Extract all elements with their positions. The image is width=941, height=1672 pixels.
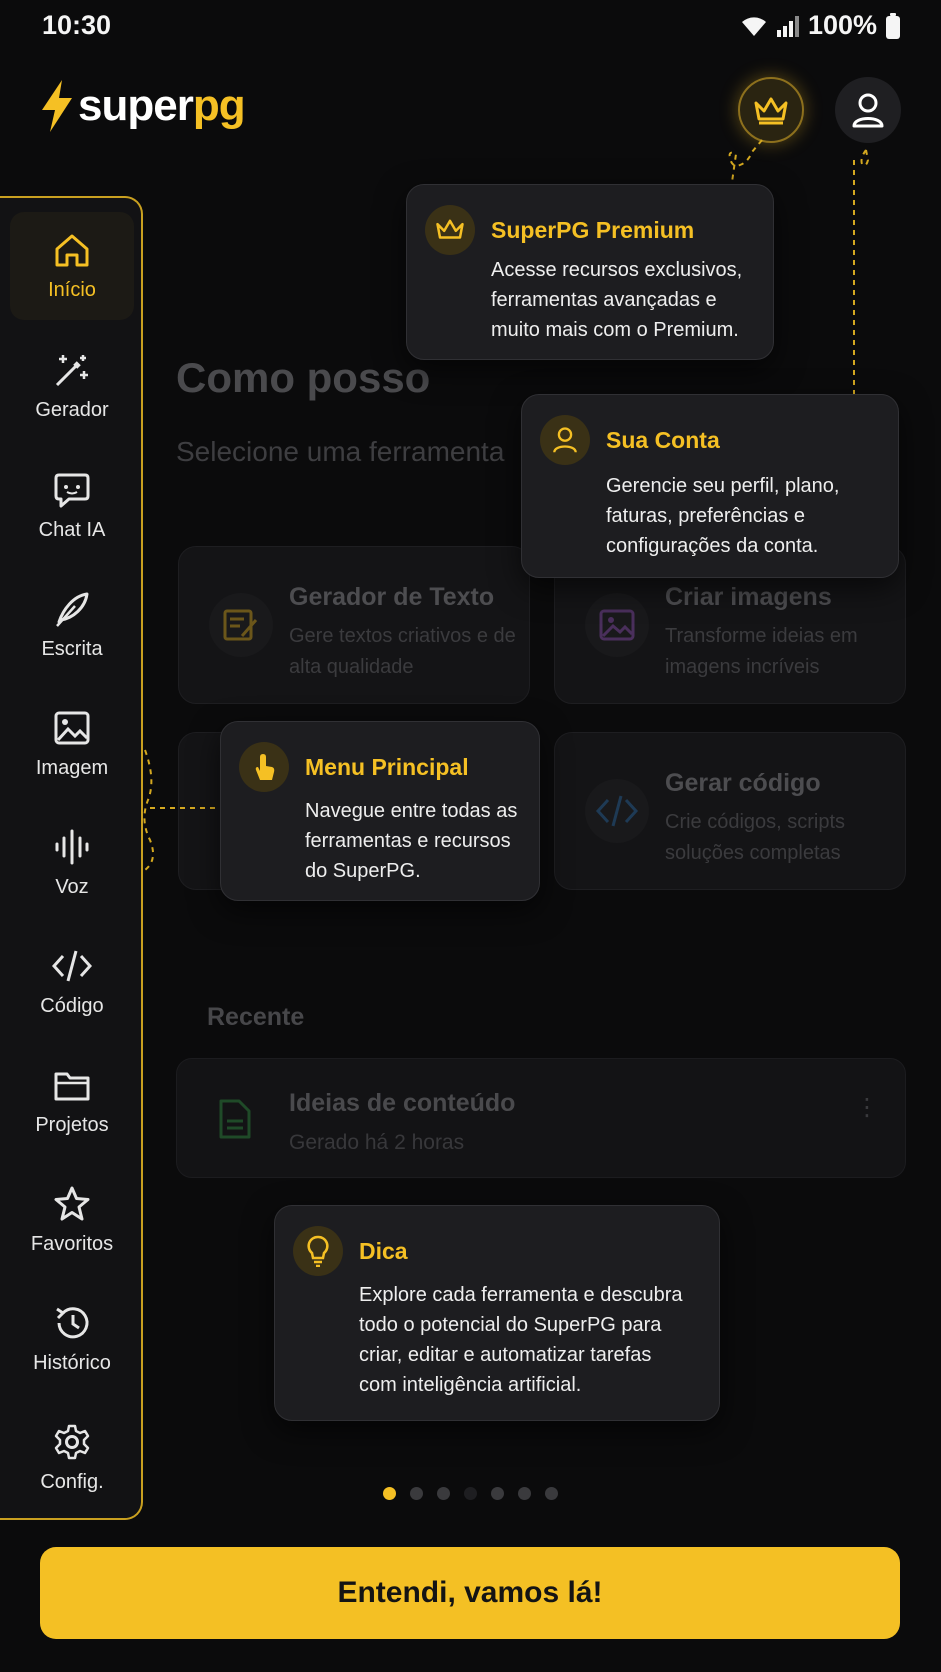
tap-hand-icon <box>239 742 289 792</box>
tooltip-line: muito mais com o Premium. <box>491 319 739 341</box>
pagination-dots <box>383 1487 558 1500</box>
tooltip-line: ferramentas avançadas e <box>491 289 717 311</box>
crown-icon <box>425 205 475 255</box>
tooltip-line: Navegue entre todas as <box>305 800 518 822</box>
tooltip-line: Acesse recursos exclusivos, <box>491 259 743 281</box>
pagination-dot[interactable] <box>410 1487 423 1500</box>
tooltip-body: Explore cada ferramenta e descubra todo … <box>359 1280 683 1400</box>
pagination-dot[interactable] <box>491 1487 504 1500</box>
pagination-dot[interactable] <box>518 1487 531 1500</box>
tooltip-line: ferramentas e recursos <box>305 830 511 852</box>
tooltip-account: Sua Conta Gerencie seu perfil, plano, fa… <box>521 394 899 578</box>
tooltip-line: criar, editar e automatizar tarefas <box>359 1344 652 1366</box>
tooltip-title: Menu Principal <box>305 754 469 780</box>
tooltip-tip: Dica Explore cada ferramenta e descubra … <box>274 1205 720 1421</box>
got-it-button[interactable]: Entendi, vamos lá! <box>40 1547 900 1639</box>
tooltip-title: SuperPG Premium <box>491 217 695 243</box>
tooltip-line: todo o potencial do SuperPG para <box>359 1314 662 1336</box>
pagination-dot[interactable] <box>464 1487 477 1500</box>
tooltip-line: Gerencie seu perfil, plano, <box>606 475 840 497</box>
tooltip-line: do SuperPG. <box>305 860 421 882</box>
tooltip-title: Dica <box>359 1238 408 1264</box>
tooltip-line: Explore cada ferramenta e descubra <box>359 1284 683 1306</box>
tooltip-body: Navegue entre todas as ferramentas e rec… <box>305 796 517 886</box>
tooltip-line: configurações da conta. <box>606 535 819 557</box>
tooltip-line: com inteligência artificial. <box>359 1374 582 1396</box>
user-icon <box>540 415 590 465</box>
tooltip-body: Gerencie seu perfil, plano, faturas, pre… <box>606 471 839 561</box>
pagination-dot[interactable] <box>545 1487 558 1500</box>
tooltip-menu: Menu Principal Navegue entre todas as fe… <box>220 721 540 901</box>
tooltip-premium: SuperPG Premium Acesse recursos exclusiv… <box>406 184 774 360</box>
tooltip-body: Acesse recursos exclusivos, ferramentas … <box>491 255 742 345</box>
tooltip-line: faturas, preferências e <box>606 505 805 527</box>
tooltip-title: Sua Conta <box>606 427 720 453</box>
pagination-dot-active[interactable] <box>383 1487 396 1500</box>
pagination-dot[interactable] <box>437 1487 450 1500</box>
lightbulb-icon <box>293 1226 343 1276</box>
